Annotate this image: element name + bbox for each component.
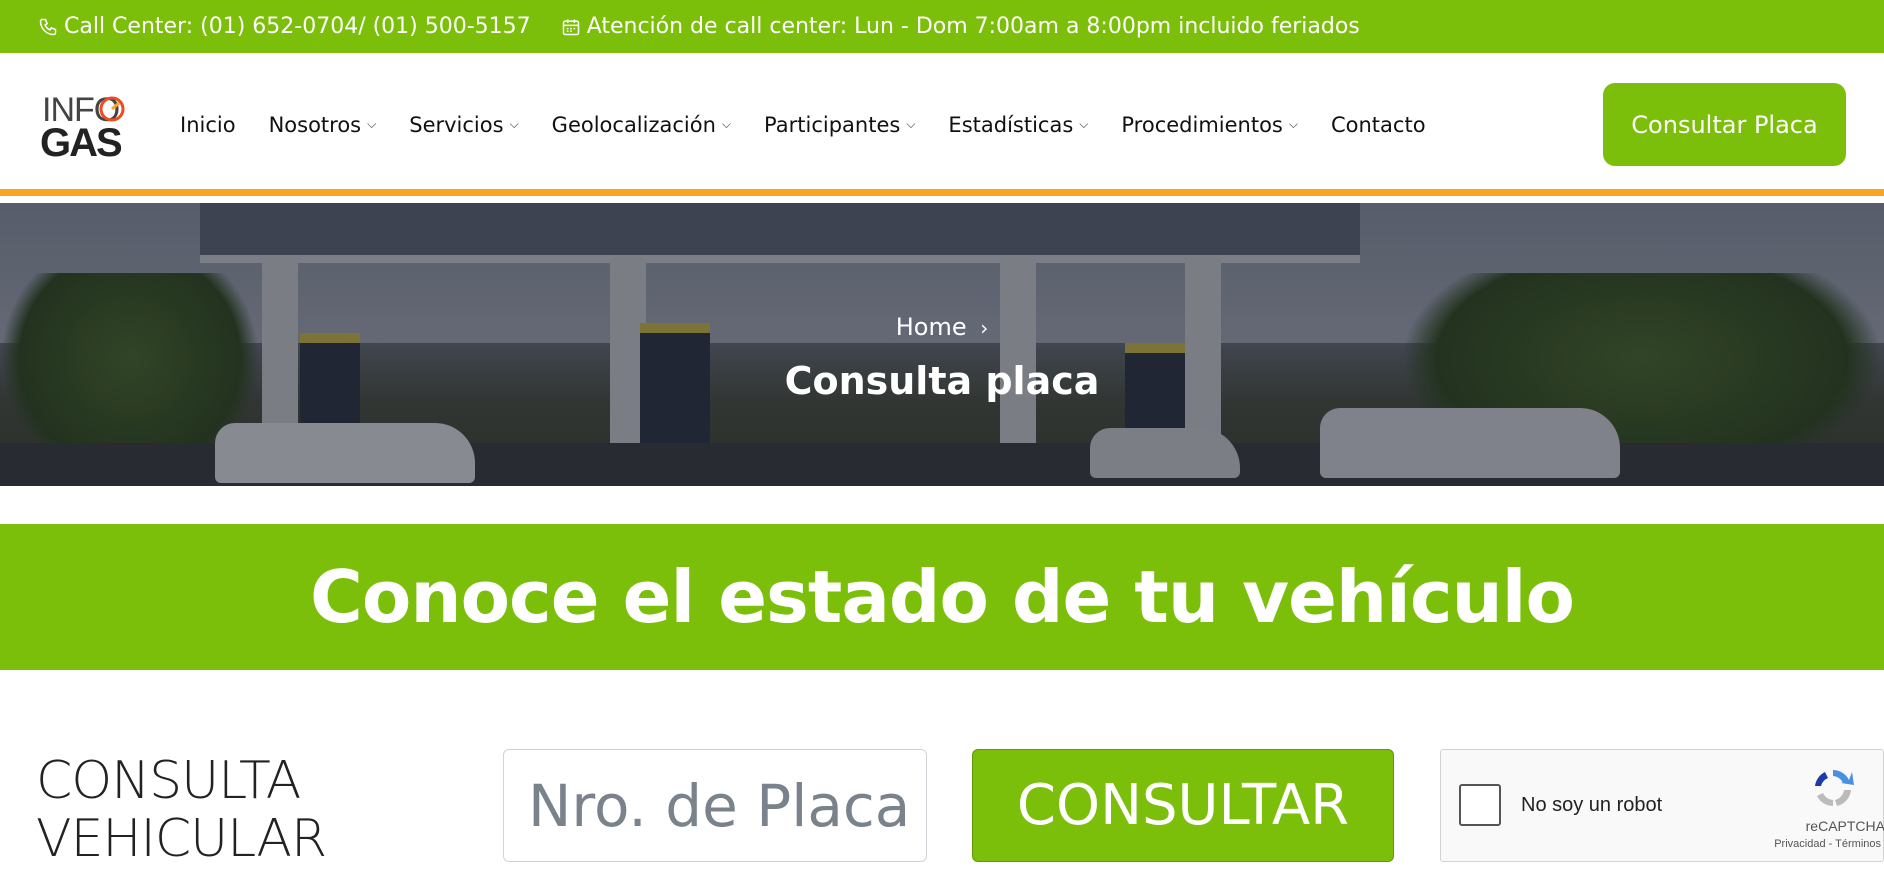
recaptcha-links: Privacidad - Términos bbox=[1774, 838, 1881, 850]
chevron-right-icon: › bbox=[980, 316, 989, 340]
hours-info: Atención de call center: Lun - Dom 7:00a… bbox=[561, 14, 1360, 39]
recaptcha-checkbox[interactable] bbox=[1459, 784, 1501, 826]
nav-label: Geolocalización bbox=[551, 112, 716, 137]
nav-item-servicios[interactable]: Servicios ⌵ bbox=[409, 113, 518, 137]
nav-item-nosotros[interactable]: Nosotros ⌵ bbox=[269, 113, 377, 137]
consulta-vehicular-label: CONSULTA VEHICULAR bbox=[36, 751, 327, 869]
breadcrumb-home[interactable]: Home bbox=[896, 313, 967, 341]
recaptcha-label: No soy un robot bbox=[1521, 794, 1663, 816]
section-banner: Conoce el estado de tu vehículo bbox=[0, 524, 1884, 670]
nav-label: Participantes bbox=[764, 112, 901, 137]
chevron-down-icon: ⌵ bbox=[367, 117, 377, 131]
nav-label: Contacto bbox=[1330, 112, 1426, 137]
recaptcha-widget: No soy un robot reCAPTCHA Privacidad - T… bbox=[1440, 749, 1884, 862]
phone-icon bbox=[39, 18, 57, 35]
recaptcha-terms-link[interactable]: Términos bbox=[1835, 838, 1881, 850]
call-center-text: Call Center: (01) 652-0704/ (01) 500-515… bbox=[64, 14, 531, 39]
consultar-placa-button[interactable]: Consultar Placa bbox=[1603, 83, 1846, 166]
label-line-2: VEHICULAR bbox=[36, 809, 327, 869]
nav-item-procedimientos[interactable]: Procedimientos ⌵ bbox=[1121, 113, 1298, 137]
call-center-info: Call Center: (01) 652-0704/ (01) 500-515… bbox=[38, 14, 531, 39]
nav-item-inicio[interactable]: Inicio bbox=[180, 113, 236, 137]
label-line-1: CONSULTA bbox=[36, 751, 301, 811]
nav-label: Inicio bbox=[180, 112, 236, 137]
plate-number-input[interactable] bbox=[503, 749, 927, 862]
nav-item-estadisticas[interactable]: Estadísticas ⌵ bbox=[948, 113, 1088, 137]
nav-item-participantes[interactable]: Participantes ⌵ bbox=[764, 113, 915, 137]
nav-label: Servicios bbox=[409, 112, 504, 137]
infogas-logo[interactable]: INFO GAS bbox=[40, 91, 130, 165]
consultar-button[interactable]: CONSULTAR bbox=[972, 749, 1394, 862]
nav-label: Nosotros bbox=[268, 112, 362, 137]
chevron-down-icon: ⌵ bbox=[906, 117, 916, 131]
main-nav: Inicio Nosotros ⌵ Servicios ⌵ Geolocalizac… bbox=[180, 53, 1459, 196]
chevron-down-icon: ⌵ bbox=[721, 117, 732, 131]
nav-item-geolocalizacion[interactable]: Geolocalización ⌵ bbox=[552, 113, 731, 137]
hero-banner: Home › Consulta placa bbox=[0, 203, 1884, 486]
hours-text: Atención de call center: Lun - Dom 7:00a… bbox=[586, 14, 1360, 39]
nav-item-contacto[interactable]: Contacto bbox=[1331, 113, 1426, 137]
gauge-icon bbox=[99, 96, 125, 122]
section-heading: Conoce el estado de tu vehículo bbox=[310, 555, 1575, 639]
recaptcha-brand: reCAPTCHA bbox=[1805, 818, 1884, 834]
chevron-down-icon: ⌵ bbox=[1079, 117, 1089, 131]
calendar-icon bbox=[562, 19, 579, 35]
chevron-down-icon: ⌵ bbox=[509, 117, 519, 131]
logo-text-gas: GAS bbox=[40, 121, 123, 165]
recaptcha-logo-icon bbox=[1815, 770, 1854, 806]
nav-label: Estadísticas bbox=[948, 112, 1074, 137]
page-title: Consulta placa bbox=[784, 359, 1100, 403]
top-info-bar: Call Center: (01) 652-0704/ (01) 500-515… bbox=[0, 0, 1884, 53]
chevron-down-icon: ⌵ bbox=[1288, 117, 1298, 131]
breadcrumb: Home › bbox=[0, 313, 1884, 341]
site-header: INFO GAS Inicio Nosotros ⌵ Servicios ⌵ Geo… bbox=[0, 53, 1884, 196]
nav-label: Procedimientos bbox=[1121, 112, 1283, 137]
recaptcha-privacy-link[interactable]: Privacidad bbox=[1774, 838, 1825, 850]
